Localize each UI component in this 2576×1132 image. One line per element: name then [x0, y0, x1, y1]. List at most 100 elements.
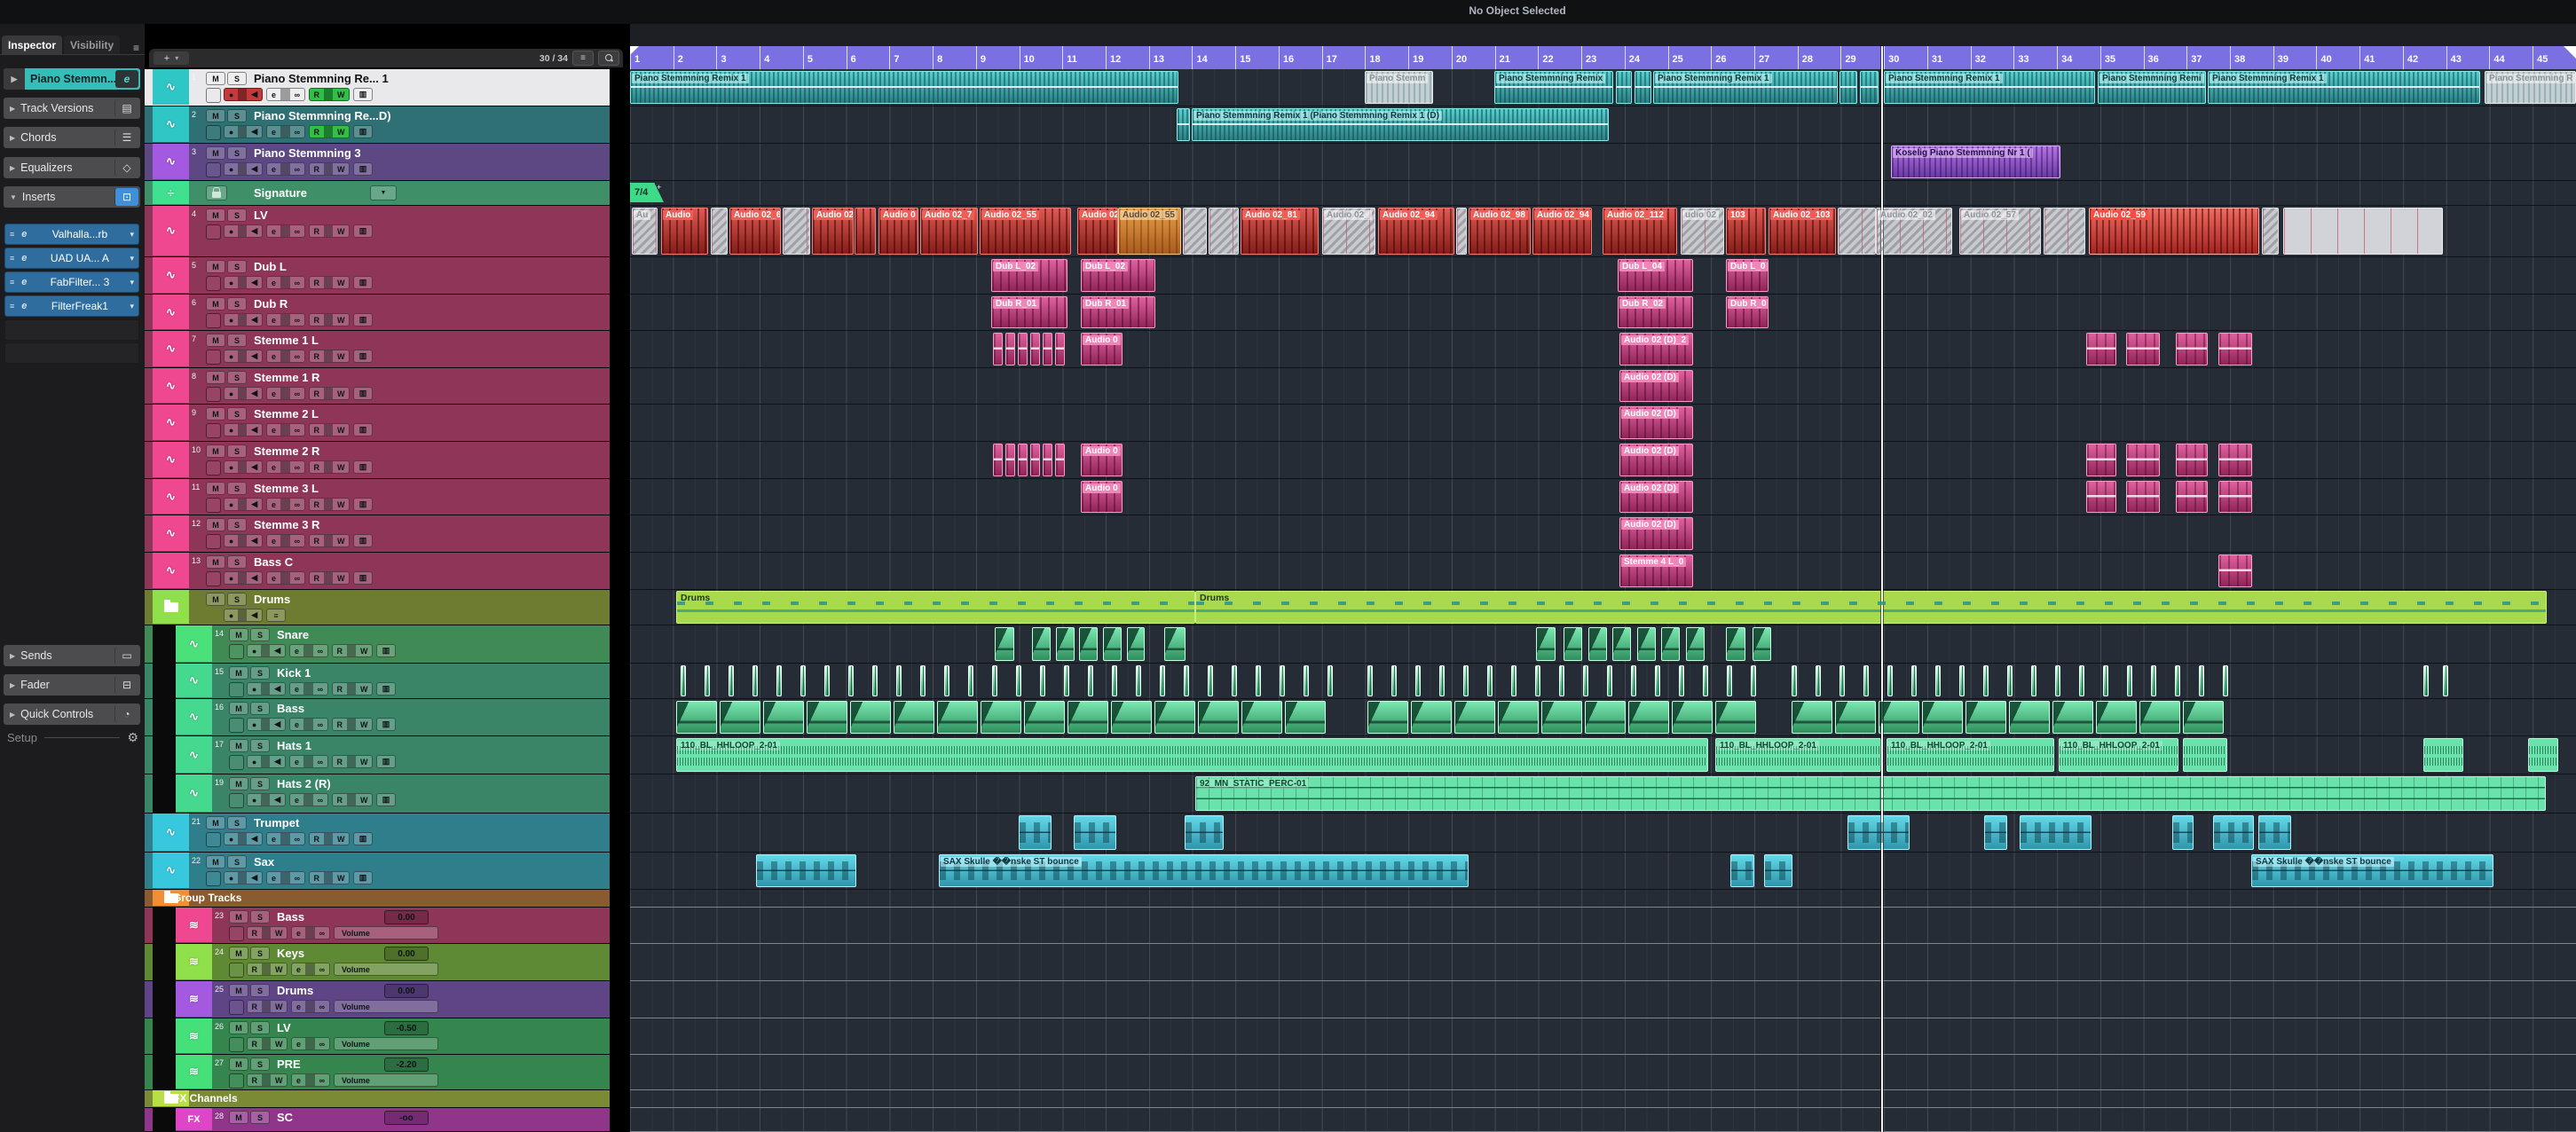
track-color-strip[interactable]: ∿ — [153, 553, 189, 588]
edit-freeze-buttons[interactable]: e∞ — [266, 423, 305, 436]
mute-button[interactable]: M — [229, 702, 248, 715]
ruler-bar-8[interactable]: 8 — [933, 46, 976, 69]
record-monitor-buttons[interactable]: ●◀ — [224, 460, 263, 474]
read-write-buttons[interactable]: RW — [309, 88, 350, 101]
audio-clip[interactable]: Audio 02_59 — [2089, 208, 2259, 255]
record-monitor-buttons[interactable]: ●◀ — [224, 313, 263, 326]
audio-clip[interactable] — [1183, 208, 1207, 255]
edit-plugin-icon[interactable]: e — [21, 277, 27, 287]
audio-clip[interactable] — [756, 854, 856, 887]
solo-button[interactable]: S — [227, 444, 247, 458]
audio-clip[interactable] — [968, 665, 973, 696]
mute-button[interactable]: M — [206, 407, 225, 421]
track-lane-gfold[interactable] — [630, 890, 2576, 908]
track-name[interactable]: Bass C — [254, 555, 293, 569]
automation-checkbox[interactable] — [206, 350, 221, 365]
track-name[interactable]: Piano Stemmning Re... 1 — [254, 72, 389, 85]
insert-slot-empty[interactable] — [4, 319, 139, 341]
audio-clip[interactable] — [1043, 444, 1052, 476]
automation-checkbox[interactable] — [206, 125, 221, 140]
audio-clip[interactable] — [711, 208, 728, 255]
audio-clip[interactable] — [992, 665, 997, 696]
audio-clip[interactable] — [993, 333, 1003, 366]
audio-clip[interactable] — [1064, 665, 1069, 696]
audio-clip[interactable] — [1835, 701, 1876, 734]
mute-button[interactable]: M — [206, 260, 225, 273]
track-row-s1l[interactable]: ∿7MSStemme 1 L●◀e∞RW▥ — [145, 331, 610, 368]
audio-clip[interactable]: Audio 0 — [878, 208, 918, 255]
audio-clip[interactable] — [1935, 665, 1941, 696]
audio-clip[interactable] — [2007, 665, 2013, 696]
mute-button[interactable]: M — [206, 72, 225, 85]
ruler-bar-15[interactable]: 15 — [1235, 46, 1279, 69]
ruler-bar-26[interactable]: 26 — [1711, 46, 1754, 69]
solo-button[interactable]: S — [227, 407, 247, 421]
mute-button[interactable]: M — [229, 777, 248, 790]
track-color-strip[interactable]: ∿ — [153, 479, 189, 514]
section-icon[interactable]: ⊡ — [114, 188, 138, 206]
volume-value[interactable]: -2.20 — [384, 1057, 429, 1072]
audio-clip[interactable]: Audio 02 (D) — [1619, 406, 1693, 439]
bypass-icon[interactable]: ≡ — [10, 230, 14, 239]
edit-channel-icon[interactable]: e — [115, 70, 138, 88]
record-monitor-buttons[interactable]: ●◀ — [224, 88, 263, 101]
automation-checkbox[interactable] — [229, 755, 244, 770]
track-name[interactable]: Dub R — [254, 297, 288, 311]
audio-clip[interactable] — [920, 665, 926, 696]
lanes-button[interactable]: ▥ — [353, 571, 373, 585]
track-lane-s3r[interactable]: Audio 02 (D) — [630, 515, 2576, 553]
edit-freeze-buttons[interactable]: e∞ — [266, 162, 305, 176]
audio-clip[interactable] — [1463, 665, 1469, 696]
lanes-button[interactable]: ▥ — [353, 423, 373, 436]
solo-button[interactable]: S — [227, 482, 247, 495]
audio-clip[interactable]: Audio 02_ — [1322, 208, 1375, 255]
automation-checkbox[interactable] — [229, 793, 244, 808]
track-row-gfold[interactable]: Group Tracks — [145, 890, 610, 908]
audio-clip[interactable] — [1792, 701, 1832, 734]
automation-checkbox[interactable] — [206, 498, 221, 513]
mute-button[interactable]: M — [206, 334, 225, 347]
audio-clip[interactable] — [1016, 665, 1021, 696]
edit-freeze-buttons[interactable]: e∞ — [266, 498, 305, 511]
volume-value[interactable]: -0.50 — [384, 1021, 429, 1035]
track-color-strip[interactable]: ∿ — [153, 814, 189, 851]
read-write-buttons[interactable]: RW — [332, 682, 373, 696]
edit-freeze-buttons[interactable]: e∞ — [289, 644, 328, 657]
lanes-button[interactable]: ▥ — [353, 832, 373, 845]
record-monitor-buttons[interactable]: ●◀ — [224, 871, 263, 884]
track-lane-s1r[interactable]: Audio 02 (D) — [630, 368, 2576, 405]
record-monitor-buttons[interactable]: ●◀ — [224, 609, 263, 622]
track-name[interactable]: Stemme 1 L — [254, 334, 319, 347]
audio-clip[interactable] — [1019, 815, 1052, 850]
ruler-bar-32[interactable]: 32 — [1971, 46, 2014, 69]
audio-clip[interactable]: SAX Skulle ��nske ST bounce — [939, 854, 1469, 887]
audio-clip[interactable] — [1112, 665, 1117, 696]
track-color-strip[interactable]: ∿ — [176, 736, 212, 773]
audio-clip[interactable] — [1887, 665, 1893, 696]
audio-clip[interactable]: Audio 0 — [1081, 444, 1123, 476]
audio-clip[interactable] — [1005, 333, 1015, 366]
track-name[interactable]: Dub L — [254, 260, 287, 273]
ruler-bar-18[interactable]: 18 — [1365, 46, 1408, 69]
read-write-buttons[interactable]: RW — [309, 125, 350, 138]
automation-checkbox[interactable] — [206, 224, 221, 240]
audio-clip[interactable] — [1040, 665, 1045, 696]
audio-clip[interactable] — [1055, 444, 1065, 476]
track-color-strip[interactable]: ∿ — [153, 368, 189, 403]
ruler-bar-4[interactable]: 4 — [760, 46, 803, 69]
audio-clip[interactable]: 110_BL_HHLOOP_2-01 — [676, 738, 1708, 772]
read-write-buttons[interactable]: RW — [247, 1037, 288, 1050]
mute-button[interactable]: M — [229, 739, 248, 752]
audio-clip[interactable] — [1879, 701, 1919, 734]
edit-freeze-buttons[interactable]: e∞ — [291, 963, 330, 976]
mute-button[interactable]: M — [229, 1021, 248, 1034]
audio-clip[interactable] — [2096, 701, 2137, 734]
track-name[interactable]: Stemme 2 R — [254, 444, 319, 458]
audio-clip[interactable] — [1616, 71, 1632, 104]
audio-clip[interactable] — [2443, 665, 2448, 696]
ruler-bar-35[interactable]: 35 — [2100, 46, 2144, 69]
audio-clip[interactable] — [783, 208, 810, 255]
audio-clip[interactable]: Piano Stemmning Remix 1 — [630, 71, 1178, 104]
mute-button[interactable]: M — [206, 109, 225, 122]
audio-clip[interactable] — [1043, 333, 1052, 366]
